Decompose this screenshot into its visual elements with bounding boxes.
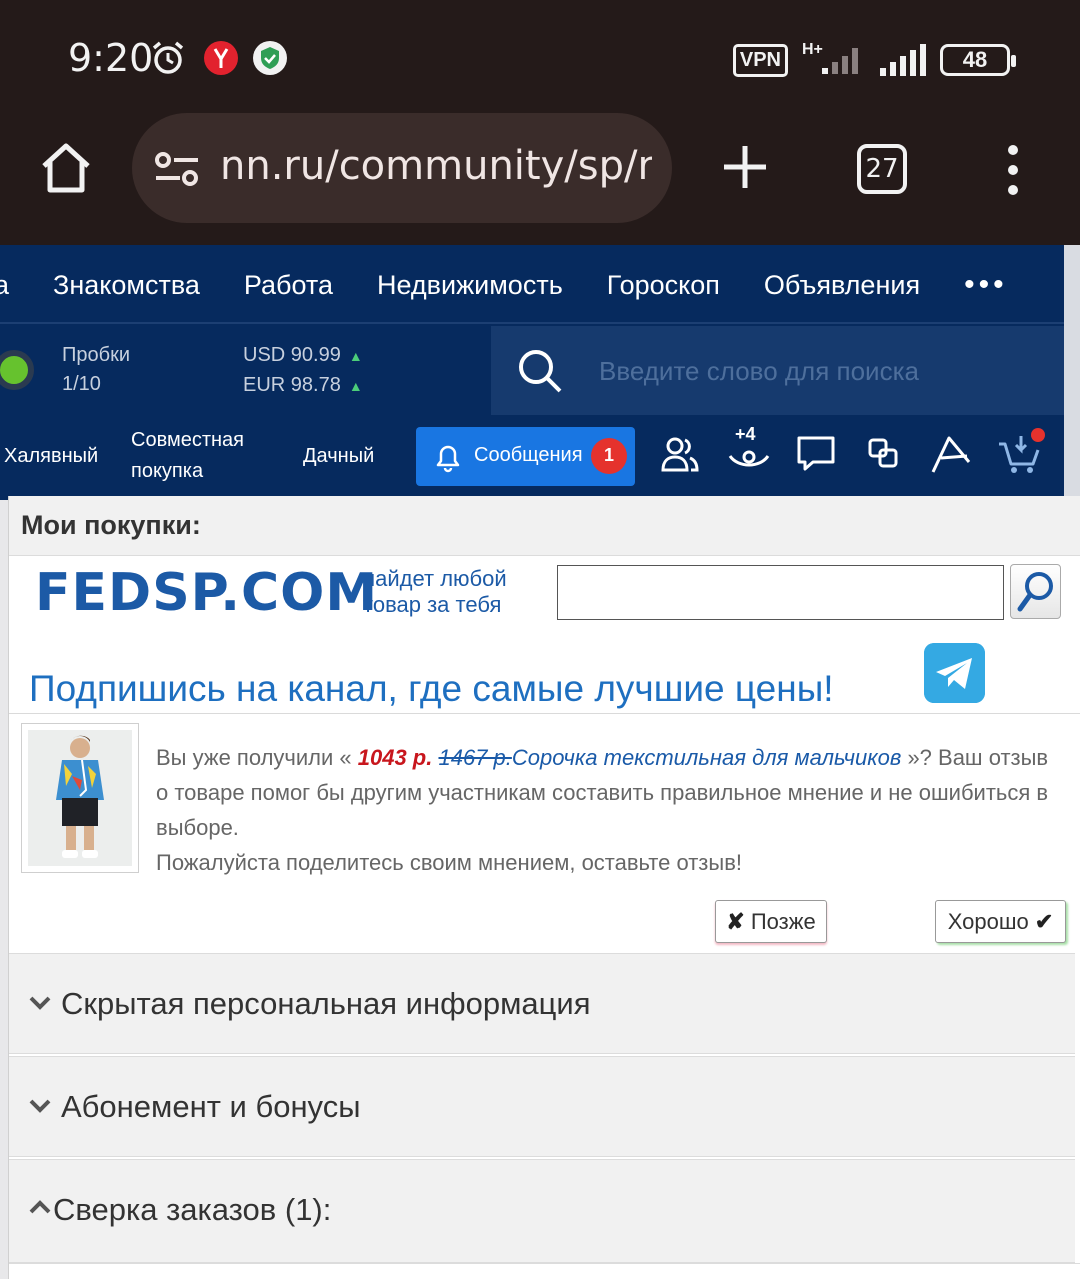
eur-up-arrow-icon: ▲ xyxy=(348,378,363,394)
views-badge: +4 xyxy=(733,424,758,445)
panel-title: Мои покупки: xyxy=(21,510,201,540)
network-type: H+ xyxy=(802,41,823,58)
home-icon[interactable] xyxy=(36,138,96,198)
telegram-icon[interactable] xyxy=(924,643,985,703)
fedsp-search-button[interactable] xyxy=(1010,564,1061,619)
fedsp-slogan: найдет любой товар за тебя xyxy=(363,566,507,618)
messages-label: Сообщения xyxy=(474,444,583,466)
nav-item-horoscope[interactable]: Гороскоп xyxy=(607,270,720,301)
subnav-joint-line1: Совместная xyxy=(131,429,244,451)
ok-button[interactable]: Хорошо ✔ xyxy=(935,900,1066,943)
address-bar[interactable]: nn.ru/community/sp/r xyxy=(132,113,672,223)
accordion-subscription[interactable]: Абонемент и бонусы xyxy=(9,1056,1075,1157)
tab-switcher-button[interactable]: 27 xyxy=(857,144,907,194)
status-time: 9:20 xyxy=(68,36,154,80)
nav-item-ads[interactable]: Объявления xyxy=(764,270,920,301)
url-text[interactable]: nn.ru/community/sp/r xyxy=(220,143,652,189)
product-image xyxy=(28,730,132,866)
fedsp-logo[interactable]: FEDSP.COM xyxy=(35,563,378,623)
shield-check-icon xyxy=(253,41,287,75)
accordion-order-check[interactable]: Сверка заказов (1): xyxy=(9,1159,1075,1263)
review-prefix: Вы уже получили « xyxy=(156,745,358,770)
divider xyxy=(9,713,1080,714)
chevron-down-icon xyxy=(29,996,51,1010)
site-search-field[interactable]: Введите слово для поиска xyxy=(491,326,1064,415)
search-icon[interactable] xyxy=(517,348,563,394)
search-placeholder: Введите слово для поиска xyxy=(599,356,919,386)
currency-info[interactable]: USD 90.99 ▲ EUR 98.78 ▲ xyxy=(243,341,363,401)
friends-icon[interactable] xyxy=(658,432,702,476)
battery-indicator: 48 xyxy=(940,44,1016,76)
later-label: Позже xyxy=(750,909,816,934)
boy-in-shirt-image xyxy=(28,730,132,866)
traffic-info[interactable]: Пробки 1/10 xyxy=(62,341,130,399)
chevron-down-icon xyxy=(29,1099,51,1113)
site-top-nav: а Знакомства Работа Недвижимость Гороско… xyxy=(0,248,1064,324)
squares-icon[interactable] xyxy=(862,432,906,476)
later-button[interactable]: ✘ Позже xyxy=(715,900,827,943)
accordion-label: Абонемент и бонусы xyxy=(61,1089,361,1124)
traffic-value: 1/10 xyxy=(62,373,101,395)
messages-button[interactable]: Сообщения 1 xyxy=(416,427,635,486)
review-request: Пожалуйста поделитесь своим мнением, ост… xyxy=(156,850,742,875)
product-name-link[interactable]: Сорочка текстильная для мальчиков xyxy=(512,745,901,770)
price-old: 1467 р. xyxy=(438,745,512,770)
subnav-joint-purchase[interactable]: Совместная покупка xyxy=(131,425,244,487)
subnav-joint-line2: покупка xyxy=(131,460,204,482)
eur-rate: EUR 98.78 xyxy=(243,374,341,396)
cart-notification-dot xyxy=(1031,428,1045,442)
status-indicators: VPN H+ 48 xyxy=(732,40,1016,80)
usd-rate: USD 90.99 xyxy=(243,344,341,366)
price-current: 1043 р. xyxy=(357,745,433,770)
nav-item-partial[interactable]: а xyxy=(0,270,9,301)
nav-more-button[interactable]: ••• xyxy=(964,268,1008,302)
signal-strength-icon xyxy=(880,44,926,76)
browser-chrome: 9:20 VPN H+ 48 nn.ru/community/sp/r 27 xyxy=(0,0,1080,245)
traffic-label: Пробки xyxy=(62,344,130,366)
ads-icon[interactable] xyxy=(929,432,973,476)
my-purchases-panel: Мои покупки: FEDSP.COM найдет любой това… xyxy=(8,496,1080,1279)
site-settings-icon[interactable] xyxy=(154,149,200,189)
slogan-line1: найдет любой xyxy=(363,566,507,591)
slogan-line2: товар за тебя xyxy=(363,592,502,617)
yandex-icon xyxy=(204,41,238,75)
telegram-promo-link[interactable]: Подпишись на канал, где самые лучшие цен… xyxy=(29,668,834,710)
cross-icon: ✘ xyxy=(726,909,745,934)
fedsp-search-input[interactable] xyxy=(557,565,1004,620)
subnav-dacha[interactable]: Дачный xyxy=(303,441,374,472)
magnifier-icon xyxy=(1017,572,1053,612)
page-scrollbar-track xyxy=(1064,245,1080,500)
mobile-signal-icon: H+ xyxy=(802,41,858,74)
alarm-icon xyxy=(152,41,184,74)
bell-icon xyxy=(436,445,460,473)
subnav-free[interactable]: Халявный xyxy=(4,441,98,472)
panel-header: Мои покупки: xyxy=(9,496,1080,556)
messages-count-badge: 1 xyxy=(591,438,627,474)
accordion-label: Скрытая персональная информация xyxy=(61,986,591,1021)
nav-item-jobs[interactable]: Работа xyxy=(244,270,333,301)
nav-item-dating[interactable]: Знакомства xyxy=(53,270,200,301)
accordion-label: Сверка заказов (1): xyxy=(53,1192,332,1227)
review-request-text: Вы уже получили « 1043 р. 1467 р.Сорочка… xyxy=(156,740,1066,880)
check-icon: ✔ xyxy=(1034,909,1054,934)
chat-icon[interactable] xyxy=(794,432,838,476)
nav-item-realty[interactable]: Недвижимость xyxy=(377,270,563,301)
new-tab-icon[interactable] xyxy=(720,142,770,192)
chevron-up-icon xyxy=(29,1200,51,1214)
usd-up-arrow-icon: ▲ xyxy=(348,348,363,364)
accordion-hidden-info[interactable]: Скрытая персональная информация xyxy=(9,953,1075,1054)
overflow-menu-icon[interactable] xyxy=(998,140,1028,200)
panel-bottom xyxy=(9,1263,1080,1279)
ok-label: Хорошо xyxy=(947,909,1029,934)
vpn-badge: VPN xyxy=(732,43,788,77)
product-photo[interactable] xyxy=(21,723,139,873)
